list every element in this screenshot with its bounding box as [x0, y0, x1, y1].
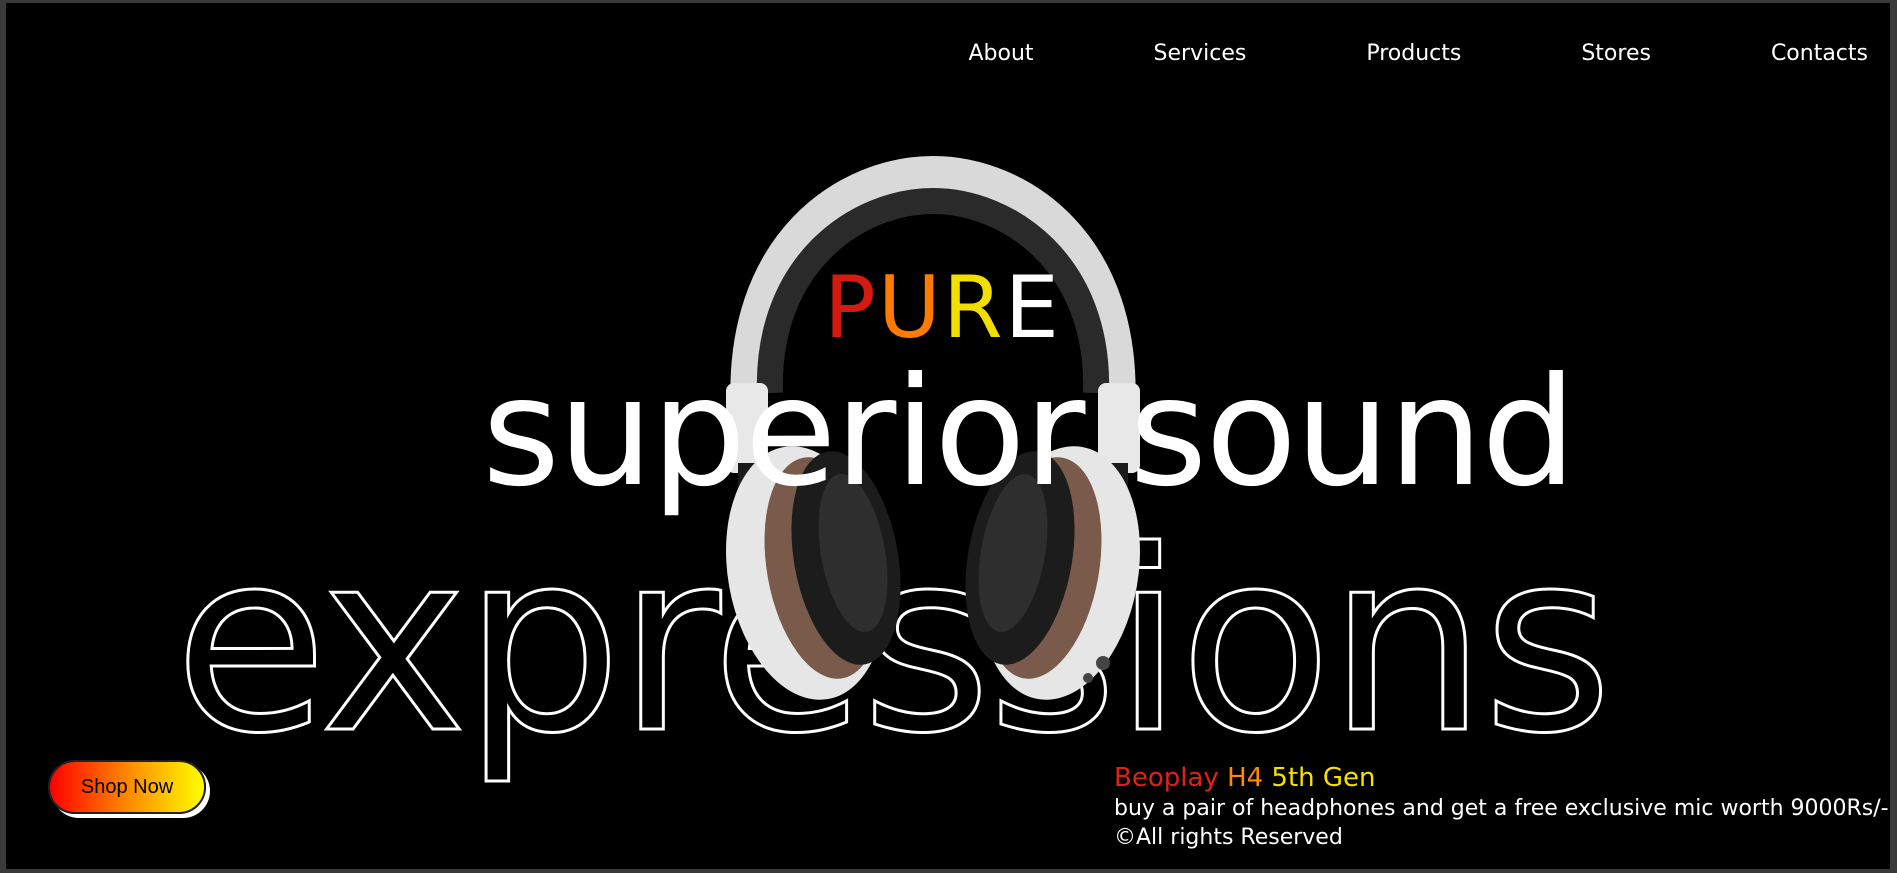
shop-now-button[interactable]: Shop Now [48, 760, 206, 814]
copyright-text: ©All rights Reserved [1114, 825, 1343, 851]
main-nav: About Services Products Stores Contacts [849, 41, 1869, 66]
promo-block: Beoplay H4 5th Gen buy a pair of headpho… [1114, 763, 1889, 850]
promo-offer-text: buy a pair of headphones and get a free … [1114, 796, 1889, 822]
nav-contacts-link[interactable]: Contacts [1771, 41, 1868, 66]
pure-letter-r: R [942, 258, 1005, 358]
nav-stores-link[interactable]: Stores [1581, 41, 1651, 66]
nav-about-link[interactable]: About [969, 41, 1034, 66]
pure-letter-p: P [824, 258, 878, 358]
nav-services-link[interactable]: Services [1154, 41, 1247, 66]
product-name-part1: Beoplay [1114, 763, 1228, 793]
hero-pure-title: PURE [824, 265, 1061, 351]
product-name-part2: H4 [1227, 763, 1272, 793]
page-frame: About Services Products Stores Contacts … [6, 3, 1890, 869]
product-name: Beoplay H4 5th Gen [1114, 763, 1889, 794]
hero-superior-sound-text: superior sound [482, 346, 1576, 520]
product-name-part3: 5th Gen [1271, 763, 1376, 793]
nav-products-link[interactable]: Products [1366, 41, 1461, 66]
pure-letter-u: U [877, 258, 943, 358]
pure-letter-e: E [1004, 258, 1061, 358]
